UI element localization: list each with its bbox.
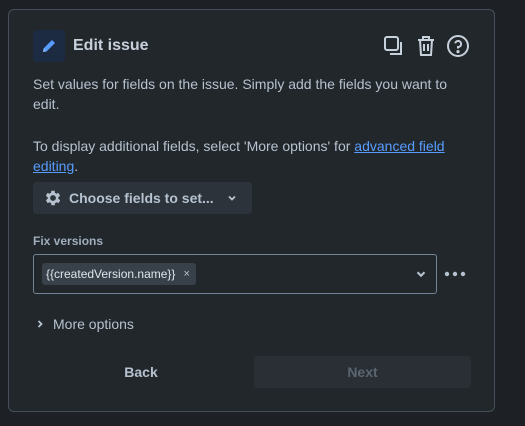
description-text: Set values for fields on the issue. Simp… — [33, 76, 448, 112]
more-options-label: More options — [53, 316, 134, 332]
version-chip: {{createdVersion.name}} × — [42, 263, 196, 285]
chevron-down-icon[interactable] — [414, 267, 428, 281]
panel-header: Edit issue — [33, 29, 470, 63]
fix-versions-label: Fix versions — [33, 234, 104, 248]
description-prefix: To display additional fields, select 'Mo… — [33, 138, 355, 154]
delete-icon[interactable] — [414, 34, 438, 58]
more-actions-icon[interactable] — [441, 260, 469, 288]
pencil-icon — [33, 30, 65, 62]
version-chip-label: {{createdVersion.name}} — [46, 267, 176, 281]
more-options-toggle[interactable]: More options — [35, 316, 134, 332]
chevron-right-icon — [35, 319, 45, 329]
fix-versions-select[interactable]: {{createdVersion.name}} × — [33, 254, 437, 294]
back-button[interactable]: Back — [35, 356, 247, 388]
next-button[interactable]: Next — [254, 356, 471, 388]
gear-icon — [43, 188, 63, 208]
description-suffix: . — [74, 158, 79, 174]
page-title: Edit issue — [73, 37, 149, 54]
remove-chip-icon[interactable]: × — [183, 268, 189, 280]
description-advanced-text: To display additional fields, select 'Mo… — [33, 136, 470, 176]
choose-fields-button[interactable]: Choose fields to set... — [33, 182, 252, 214]
help-icon[interactable] — [446, 34, 470, 58]
edit-issue-panel: Edit issue Set values for fields on the … — [8, 9, 495, 412]
choose-fields-label: Choose fields to set... — [69, 190, 214, 206]
chevron-down-icon — [226, 192, 238, 204]
duplicate-icon[interactable] — [382, 34, 406, 58]
